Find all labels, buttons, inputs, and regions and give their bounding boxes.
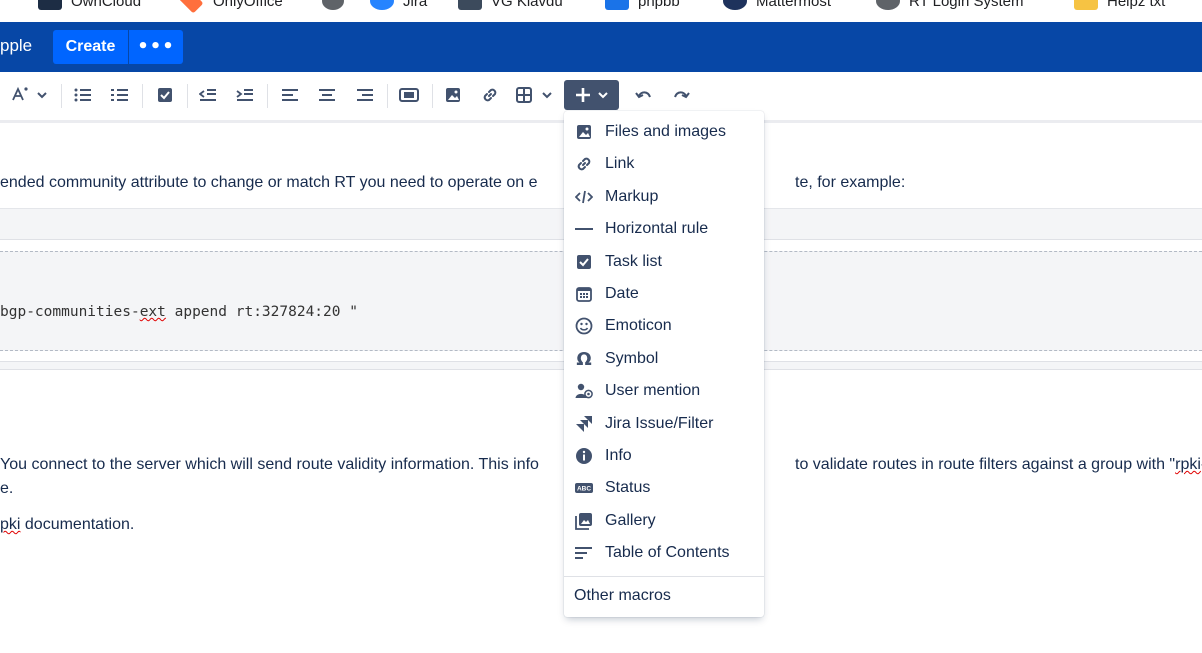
undo-icon	[635, 91, 651, 99]
indent-button[interactable]	[233, 80, 257, 110]
link-icon	[483, 88, 497, 102]
menu-item-horizontal-rule[interactable]: Horizontal rule	[564, 213, 764, 245]
text-color-button[interactable]	[8, 80, 50, 110]
bullet-list-button[interactable]	[71, 80, 95, 110]
image-icon	[575, 123, 593, 141]
bookmark-unnamed[interactable]	[322, 0, 344, 10]
bookmark-phpbb[interactable]: phpbb	[605, 0, 680, 10]
checkbox-icon	[575, 253, 593, 271]
table-of-contents-icon	[575, 544, 593, 562]
svg-text:ABC: ABC	[577, 486, 591, 493]
menu-item-task-list[interactable]: Task list	[564, 246, 764, 278]
bookmark-vg[interactable]: VG Klavdu	[458, 0, 563, 10]
content-paragraph[interactable]: ended community attribute to change or m…	[0, 174, 905, 192]
gallery-icon	[575, 512, 593, 530]
toolbar-separator	[142, 84, 143, 108]
bookmark-helpz[interactable]: Helpz txt	[1074, 0, 1165, 10]
redo-icon	[674, 91, 690, 99]
bookmark-onlyoffice[interactable]: OnlyOffice	[178, 0, 283, 14]
insert-image-button[interactable]	[441, 80, 465, 110]
outdent-button[interactable]	[196, 80, 220, 110]
menu-item-user-mention[interactable]: User mention	[564, 375, 764, 407]
text-color-icon	[12, 86, 47, 101]
menu-item-gallery[interactable]: Gallery	[564, 505, 764, 537]
rt-icon	[876, 0, 900, 10]
bookmarks-bar: OwnCloud OnlyOffice Jira VG Klavdu phpbb…	[0, 0, 1202, 23]
align-left-button[interactable]	[278, 80, 302, 110]
align-right-icon	[357, 89, 373, 101]
bookmark-rt[interactable]: RT Login System	[876, 0, 1024, 10]
toolbar-separator	[267, 84, 268, 108]
content-paragraph[interactable]: pki documentation.	[0, 516, 134, 534]
numbered-list-button[interactable]	[108, 80, 132, 110]
table-icon	[516, 87, 552, 103]
numbered-list-icon	[111, 89, 128, 101]
jira-logo-icon	[370, 0, 394, 10]
menu-divider	[564, 576, 764, 577]
task-list-button[interactable]	[153, 80, 177, 110]
content-paragraph[interactable]: e.	[0, 480, 13, 498]
insert-table-button[interactable]	[514, 80, 556, 110]
toolbar-separator	[187, 84, 188, 108]
code-icon	[575, 188, 593, 206]
owncloud-icon	[38, 0, 62, 10]
image-icon	[446, 88, 460, 102]
menu-item-info[interactable]: Info	[564, 440, 764, 472]
menu-item-symbol[interactable]: Ω Symbol	[564, 343, 764, 375]
align-center-icon	[319, 89, 335, 101]
menu-item-link[interactable]: Link	[564, 148, 764, 180]
calendar-icon	[575, 285, 593, 303]
undo-button[interactable]	[632, 80, 656, 110]
more-actions-button[interactable]: •••	[129, 30, 183, 64]
menu-item-emoticon[interactable]: Emoticon	[564, 310, 764, 342]
bookmark-owncloud[interactable]: OwnCloud	[38, 0, 141, 10]
omega-icon: Ω	[576, 348, 592, 370]
outdent-icon	[199, 89, 216, 101]
layouts-button[interactable]	[396, 80, 422, 110]
menu-item-markup[interactable]: Markup	[564, 181, 764, 213]
redo-button[interactable]	[669, 80, 693, 110]
align-left-icon	[282, 89, 298, 101]
info-icon	[575, 447, 593, 465]
mattermost-icon	[723, 0, 747, 10]
menu-item-other-macros[interactable]: Other macros	[574, 587, 671, 605]
insert-more-button[interactable]	[564, 80, 619, 110]
menu-item-date[interactable]: Date	[564, 278, 764, 310]
folder-icon	[1074, 0, 1098, 10]
toolbar-separator	[432, 84, 433, 108]
vg-icon	[458, 0, 482, 10]
mention-icon	[575, 382, 593, 400]
menu-item-table-of-contents[interactable]: Table of Contents	[564, 537, 764, 569]
status-icon: ABC	[575, 479, 593, 497]
emoji-icon	[575, 317, 593, 335]
horizontal-rule-icon	[575, 220, 593, 238]
onlyoffice-icon	[178, 0, 204, 14]
checkbox-icon	[158, 88, 172, 102]
plus-icon	[575, 88, 590, 102]
bullet-list-icon	[74, 88, 91, 102]
space-name[interactable]: pple	[0, 36, 32, 56]
bookmark-jira[interactable]: Jira	[370, 0, 427, 10]
insert-menu: Files and images Link Markup Horizontal …	[564, 111, 764, 617]
content-paragraph[interactable]: You connect to the server which will sen…	[0, 456, 1202, 474]
indent-icon	[236, 89, 253, 101]
chevron-down-icon	[597, 92, 608, 99]
app-header: pple Create •••	[0, 22, 1202, 72]
menu-item-jira-issue-filter[interactable]: Jira Issue/Filter	[564, 408, 764, 440]
menu-item-status[interactable]: ABC Status	[564, 472, 764, 504]
code-line: bgp-communities-ext append rt:327824:20 …	[0, 304, 358, 320]
toolbar-separator	[61, 84, 62, 108]
layout-icon	[399, 88, 419, 102]
globe-icon	[322, 0, 344, 10]
create-button[interactable]: Create	[53, 30, 128, 64]
align-center-button[interactable]	[315, 80, 339, 110]
bookmark-mattermost[interactable]: Mattermost	[723, 0, 831, 10]
menu-item-files-and-images[interactable]: Files and images	[564, 116, 764, 148]
jira-icon	[575, 415, 593, 433]
link-icon	[575, 155, 593, 173]
align-right-button[interactable]	[353, 80, 377, 110]
phpbb-icon	[605, 0, 629, 10]
toolbar-separator	[387, 84, 388, 108]
insert-link-button[interactable]	[478, 80, 502, 110]
